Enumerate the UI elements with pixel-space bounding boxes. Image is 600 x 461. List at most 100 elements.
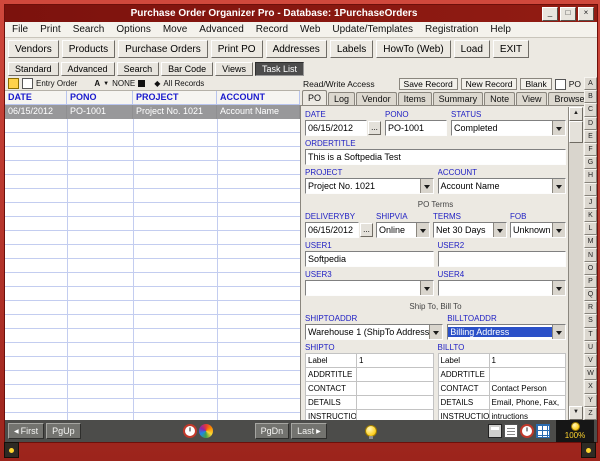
column-header-account[interactable]: ACCOUNT [217, 91, 300, 104]
fob-select[interactable]: Unknown [510, 222, 566, 238]
chevron-down-icon[interactable] [552, 325, 565, 339]
tab-browser[interactable]: Browser [548, 92, 584, 105]
menu-print[interactable]: Print [40, 24, 61, 35]
user2-field[interactable] [437, 251, 566, 267]
maximize-button[interactable]: □ [560, 6, 576, 21]
cell-account[interactable]: Account Name [217, 105, 300, 119]
tab-vendor[interactable]: Vendor [356, 92, 397, 105]
column-header-project[interactable]: PROJECT [133, 91, 217, 104]
tab-view[interactable]: View [516, 92, 548, 105]
menu-file[interactable]: File [12, 24, 28, 35]
view-standard-button[interactable]: Standard [8, 61, 59, 76]
menu-options[interactable]: Options [116, 24, 150, 35]
alphabet-key[interactable]: Q [584, 288, 597, 302]
scroll-up-icon[interactable]: ▲ [569, 107, 583, 121]
alphabet-key[interactable]: Y [584, 393, 597, 407]
last-record-button[interactable]: Last ▶ [291, 423, 327, 439]
page-down-button[interactable]: PgDn [254, 423, 290, 439]
corner-icon-left[interactable] [4, 442, 19, 458]
shipto-value-cell[interactable] [356, 381, 434, 396]
alphabet-key[interactable]: J [584, 195, 597, 209]
all-records-label[interactable]: All Records [163, 79, 204, 88]
account-select[interactable]: Account Name [437, 178, 566, 194]
menu-record[interactable]: Record [256, 24, 288, 35]
cell-pono[interactable]: PO-1001 [67, 105, 133, 119]
user3-select[interactable] [305, 280, 434, 296]
billto-value-cell[interactable]: Billing Address [488, 367, 566, 382]
menu-search[interactable]: Search [73, 24, 105, 35]
billto-value-cell[interactable]: intructions [488, 409, 566, 420]
chevron-down-icon[interactable] [419, 281, 433, 295]
column-header-date[interactable]: DATE [5, 91, 67, 104]
shipto-value-cell[interactable] [356, 409, 434, 420]
ordertitle-field[interactable]: This is a Softpedia Test [305, 149, 566, 165]
save-record-button[interactable]: Save Record [398, 78, 458, 90]
hint-bulb-icon[interactable] [364, 425, 377, 439]
chevron-down-icon[interactable] [552, 179, 565, 193]
shipto-value-cell[interactable]: Warehouse 1 (ShipTo [356, 367, 434, 382]
load-button[interactable]: Load [453, 40, 490, 58]
chevron-down-icon[interactable] [493, 223, 506, 237]
column-header-pono[interactable]: PONO [67, 91, 133, 104]
scroll-thumb[interactable] [569, 121, 583, 143]
billto-value-cell[interactable]: Contact Person [488, 381, 566, 396]
user1-field[interactable]: Softpedia [305, 251, 434, 267]
chevron-down-icon[interactable] [552, 281, 565, 295]
tab-items[interactable]: Items [397, 92, 432, 105]
menu-web[interactable]: Web [300, 24, 320, 35]
cell-project[interactable]: Project No. 1021 [133, 105, 217, 119]
menu-move[interactable]: Move [163, 24, 187, 35]
print-icon[interactable] [488, 424, 502, 438]
alphabet-key[interactable]: C [584, 103, 597, 117]
view-task-list-button[interactable]: Task List [254, 61, 304, 76]
purchase-orders-button[interactable]: Purchase Orders [118, 40, 208, 58]
vendors-button[interactable]: Vendors [8, 40, 59, 58]
alphabet-key[interactable]: B [584, 90, 597, 104]
addresses-button[interactable]: Addresses [265, 40, 327, 58]
alphabet-key[interactable]: M [584, 235, 597, 249]
corner-icon-right[interactable] [581, 442, 596, 458]
table-row-selected[interactable]: 06/15/2012 PO-1001 Project No. 1021 Acco… [5, 105, 300, 119]
view-search-button[interactable]: Search [116, 61, 160, 76]
tab-summary[interactable]: Summary [432, 92, 484, 105]
alphabet-key[interactable]: D [584, 116, 597, 130]
date-field[interactable]: 06/15/2012 [305, 120, 367, 136]
alphabet-key[interactable]: P [584, 274, 597, 288]
project-select[interactable]: Project No. 1021 [305, 178, 434, 194]
new-record-button[interactable]: New Record [460, 78, 518, 90]
entry-order-checkbox[interactable] [22, 78, 33, 89]
alphabet-key[interactable]: X [584, 380, 597, 394]
alphabet-key[interactable]: A [584, 77, 597, 91]
first-record-button[interactable]: ◀ First [8, 423, 45, 439]
alphabet-key[interactable]: O [584, 261, 597, 275]
blank-button[interactable]: Blank [520, 78, 552, 90]
alphabet-key[interactable]: I [584, 182, 597, 196]
alphabet-key[interactable]: U [584, 340, 597, 354]
exit-button[interactable]: EXIT [492, 40, 530, 58]
view-bar-code-button[interactable]: Bar Code [161, 61, 214, 76]
shipto-value-cell[interactable] [356, 395, 434, 410]
status-bulb-icon[interactable] [570, 422, 580, 431]
billtoaddr-select[interactable]: Billing Address [447, 324, 566, 340]
form-scrollbar[interactable]: ▲ ▼ [568, 107, 583, 420]
alphabet-key[interactable]: W [584, 367, 597, 381]
menu-help[interactable]: Help [490, 24, 511, 35]
user4-select[interactable] [437, 280, 566, 296]
tab-note[interactable]: Note [484, 92, 516, 105]
grid-view-icon[interactable] [536, 424, 550, 438]
tab-po[interactable]: PO [302, 90, 328, 105]
chevron-down-icon[interactable] [419, 179, 433, 193]
status-select[interactable]: Completed [451, 120, 566, 136]
menu-registration[interactable]: Registration [425, 24, 478, 35]
alphabet-key[interactable]: R [584, 301, 597, 315]
clock-icon[interactable] [182, 424, 197, 438]
shipvia-select[interactable]: Online [376, 222, 430, 238]
chevron-down-icon[interactable] [552, 121, 565, 135]
sort-icon[interactable]: A [94, 79, 100, 88]
alphabet-key[interactable]: V [584, 353, 597, 368]
print-po-button[interactable]: Print PO [210, 40, 263, 58]
minimize-button[interactable]: _ [542, 6, 558, 21]
shiptoaddr-select[interactable]: Warehouse 1 (ShipTo Address [305, 324, 444, 340]
filter-dropdown[interactable]: NONE [112, 79, 135, 88]
time-icon[interactable] [520, 424, 534, 438]
